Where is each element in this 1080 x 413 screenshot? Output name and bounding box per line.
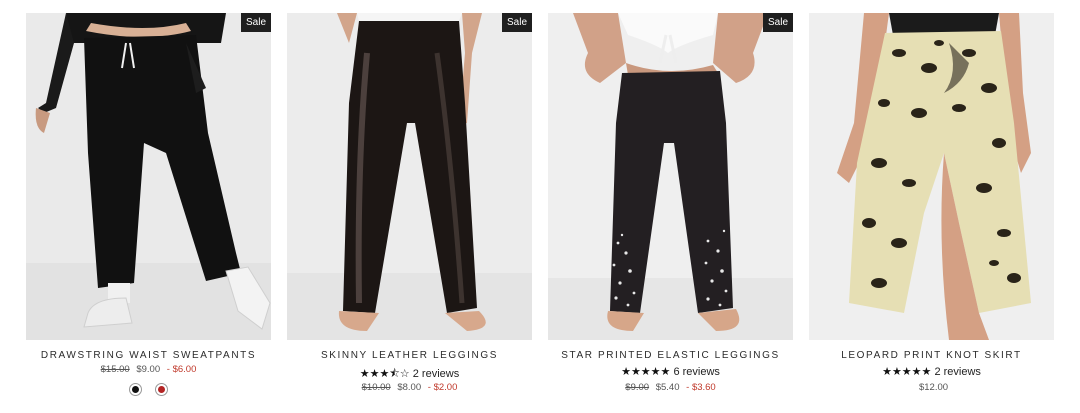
sale-badge: Sale [763,13,793,32]
review-count: 6 reviews [673,366,720,378]
product-card[interactable]: Sale SKINNY LEATHER LEGGINGS ★★★⯪☆ 2 rev… [287,13,532,403]
product-title[interactable]: LEOPARD PRINT KNOT SKIRT [809,350,1054,361]
swatch-red[interactable] [154,383,168,396]
original-price: $15.00 [100,364,130,375]
product-price: $15.00 $9.00 - $6.00 [26,364,271,375]
product-grid: Sale DRAWSTRING WAIST SWEATPANTS $15.00 … [26,13,1056,403]
product-price: $12.00 [809,382,1054,393]
leopard-skirt-photo [809,13,1054,340]
product-image[interactable] [809,13,1054,340]
product-price: $10.00 $8.00 - $2.00 [287,382,532,393]
discount-amount: $3.60 [691,382,716,393]
current-price: $5.40 [655,382,680,393]
discount-amount: $2.00 [433,382,458,393]
star-leggings-photo [548,13,793,340]
original-price: $9.00 [625,382,650,393]
product-title[interactable]: STAR PRINTED ELASTIC LEGGINGS [548,350,793,361]
leather-leggings-photo [287,13,532,340]
current-price: $8.00 [397,382,422,393]
product-rating[interactable]: ★★★★★ 2 reviews [809,365,1054,379]
product-card[interactable]: Sale DRAWSTRING WAIST SWEATPANTS $15.00 … [26,13,271,403]
price-separator: - [686,382,690,393]
sale-badge: Sale [502,13,532,32]
star-rating-icon: ★★★★★ [621,366,671,378]
sweatpants-photo [26,13,271,340]
color-swatches [26,383,271,397]
star-rating-icon: ★★★⯪☆ [359,368,410,380]
sale-badge: Sale [241,13,271,32]
product-rating[interactable]: ★★★⯪☆ 2 reviews [287,365,532,380]
price-separator: - [166,364,170,375]
original-price: $10.00 [361,382,391,393]
current-price: $12.00 [918,382,949,393]
review-count: 2 reviews [934,366,981,378]
product-rating[interactable]: ★★★★★ 6 reviews [548,365,793,379]
review-count: 2 reviews [412,368,460,380]
product-price: $9.00 $5.40 - $3.60 [548,382,793,393]
product-title[interactable]: SKINNY LEATHER LEGGINGS [287,350,532,361]
product-image[interactable]: Sale [287,13,532,340]
discount-amount: $6.00 [172,364,197,375]
swatch-black[interactable] [129,383,143,396]
star-rating-icon: ★★★★★ [882,366,932,378]
product-image[interactable]: Sale [26,13,271,340]
current-price: $9.00 [136,364,161,375]
product-card[interactable]: Sale STAR PRINTED ELASTIC LEGGINGS ★★★★★… [548,13,793,403]
product-card[interactable]: LEOPARD PRINT KNOT SKIRT ★★★★★ 2 reviews… [809,13,1054,403]
price-separator: - [427,382,431,393]
product-image[interactable]: Sale [548,13,793,340]
product-title[interactable]: DRAWSTRING WAIST SWEATPANTS [26,350,271,361]
